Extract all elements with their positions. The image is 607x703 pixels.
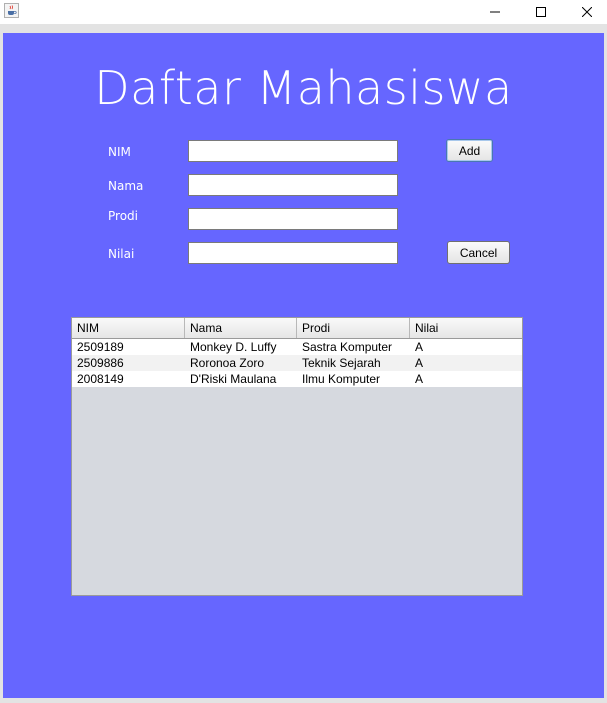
nama-label: Nama bbox=[108, 179, 144, 193]
main-panel: Daftar Mahasiswa NIM Nama Prodi Nilai Ad… bbox=[3, 33, 604, 698]
table-cell: A bbox=[415, 340, 424, 354]
close-button[interactable] bbox=[564, 0, 607, 24]
table-cell: A bbox=[415, 372, 424, 386]
window-frame bbox=[0, 24, 607, 33]
window-frame bbox=[0, 698, 607, 703]
table-cell: Sastra Komputer bbox=[302, 340, 393, 354]
table-cell: Monkey D. Luffy bbox=[190, 340, 277, 354]
column-header-nim[interactable]: NIM bbox=[72, 318, 185, 338]
nim-input[interactable] bbox=[188, 140, 398, 162]
table-cell: 2008149 bbox=[77, 372, 124, 386]
table-cell: 2509886 bbox=[77, 356, 124, 370]
table-cell: Ilmu Komputer bbox=[302, 372, 381, 386]
java-cup-icon[interactable] bbox=[4, 3, 19, 18]
title-bar bbox=[0, 0, 607, 24]
table-header: NIM Nama Prodi Nilai bbox=[72, 318, 522, 339]
prodi-input[interactable] bbox=[188, 208, 398, 230]
nilai-label: Nilai bbox=[108, 247, 135, 261]
cancel-button[interactable]: Cancel bbox=[447, 241, 510, 264]
student-table[interactable]: NIM Nama Prodi Nilai 2509189 Monkey D. L… bbox=[71, 317, 523, 596]
nama-input[interactable] bbox=[188, 174, 398, 196]
minimize-icon bbox=[490, 11, 500, 13]
column-header-prodi[interactable]: Prodi bbox=[297, 318, 410, 338]
close-icon bbox=[582, 7, 592, 17]
table-cell: Roronoa Zoro bbox=[190, 356, 265, 370]
nim-label: NIM bbox=[108, 145, 131, 159]
maximize-button[interactable] bbox=[518, 0, 564, 24]
table-body: 2509189 Monkey D. Luffy Sastra Komputer … bbox=[72, 339, 522, 387]
prodi-label: Prodi bbox=[108, 209, 138, 223]
table-row[interactable]: 2509189 Monkey D. Luffy Sastra Komputer … bbox=[72, 339, 522, 355]
nilai-input[interactable] bbox=[188, 242, 398, 264]
table-row[interactable]: 2008149 D'Riski Maulana Ilmu Komputer A bbox=[72, 371, 522, 387]
table-row[interactable]: 2509886 Roronoa Zoro Teknik Sejarah A bbox=[72, 355, 522, 371]
table-cell: D'Riski Maulana bbox=[190, 372, 277, 386]
table-cell: A bbox=[415, 356, 424, 370]
table-cell: 2509189 bbox=[77, 340, 124, 354]
page-title: Daftar Mahasiswa bbox=[94, 61, 513, 115]
column-header-nama[interactable]: Nama bbox=[185, 318, 297, 338]
add-button[interactable]: Add bbox=[446, 139, 493, 162]
minimize-button[interactable] bbox=[472, 0, 518, 24]
table-cell: Teknik Sejarah bbox=[302, 356, 381, 370]
column-header-nilai[interactable]: Nilai bbox=[410, 318, 522, 338]
maximize-icon bbox=[536, 7, 546, 17]
